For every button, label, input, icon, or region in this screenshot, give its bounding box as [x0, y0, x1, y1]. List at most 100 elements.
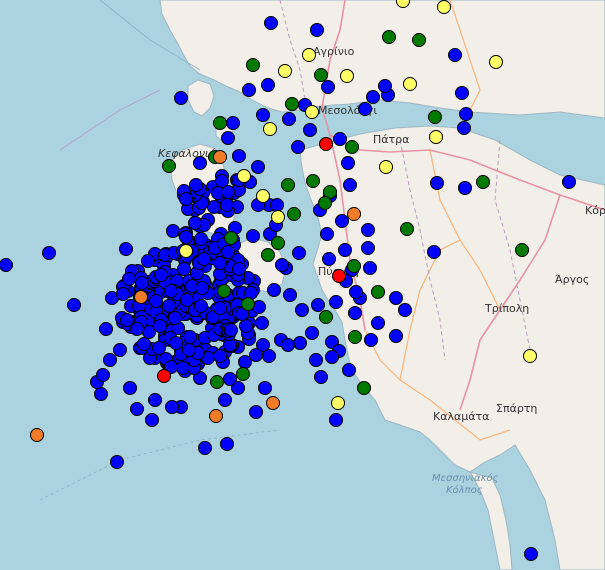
earthquake-marker-blue[interactable] — [116, 287, 130, 301]
earthquake-marker-blue[interactable] — [130, 402, 144, 416]
earthquake-marker-blue[interactable] — [168, 311, 182, 325]
earthquake-marker-blue[interactable] — [182, 343, 196, 357]
earthquake-marker-blue[interactable] — [303, 123, 317, 137]
earthquake-marker-yellow[interactable] — [523, 349, 537, 363]
earthquake-marker-blue[interactable] — [459, 107, 473, 121]
earthquake-marker-blue[interactable] — [226, 116, 240, 130]
earthquake-marker-blue[interactable] — [213, 256, 227, 270]
earthquake-marker-blue[interactable] — [366, 90, 380, 104]
earthquake-marker-green[interactable] — [515, 243, 529, 257]
earthquake-marker-blue[interactable] — [0, 258, 13, 272]
earthquake-marker-blue[interactable] — [398, 303, 412, 317]
earthquake-marker-blue[interactable] — [267, 283, 281, 297]
earthquake-marker-blue[interactable] — [256, 108, 270, 122]
earthquake-marker-blue[interactable] — [329, 413, 343, 427]
earthquake-marker-blue[interactable] — [224, 323, 238, 337]
earthquake-marker-blue[interactable] — [246, 229, 260, 243]
earthquake-marker-blue[interactable] — [270, 198, 284, 212]
earthquake-marker-blue[interactable] — [180, 293, 194, 307]
earthquake-marker-blue[interactable] — [42, 246, 56, 260]
earthquake-marker-green[interactable] — [347, 259, 361, 273]
earthquake-marker-yellow[interactable] — [271, 210, 285, 224]
earthquake-marker-green[interactable] — [287, 207, 301, 221]
earthquake-marker-blue[interactable] — [562, 175, 576, 189]
earthquake-marker-orange[interactable] — [347, 207, 361, 221]
earthquake-marker-blue[interactable] — [251, 160, 265, 174]
earthquake-marker-green[interactable] — [428, 110, 442, 124]
earthquake-marker-blue[interactable] — [341, 156, 355, 170]
earthquake-marker-red[interactable] — [332, 269, 346, 283]
earthquake-marker-blue[interactable] — [361, 241, 375, 255]
earthquake-marker-blue[interactable] — [189, 178, 203, 192]
earthquake-marker-blue[interactable] — [179, 192, 193, 206]
earthquake-marker-green[interactable] — [306, 174, 320, 188]
earthquake-marker-blue[interactable] — [261, 78, 275, 92]
earthquake-marker-blue[interactable] — [218, 393, 232, 407]
earthquake-marker-blue[interactable] — [283, 288, 297, 302]
earthquake-marker-blue[interactable] — [430, 176, 444, 190]
earthquake-marker-orange[interactable] — [134, 290, 148, 304]
earthquake-marker-green[interactable] — [281, 178, 295, 192]
earthquake-marker-yellow[interactable] — [179, 244, 193, 258]
earthquake-marker-blue[interactable] — [238, 355, 252, 369]
earthquake-marker-blue[interactable] — [258, 381, 272, 395]
earthquake-marker-blue[interactable] — [153, 319, 167, 333]
earthquake-marker-yellow[interactable] — [331, 396, 345, 410]
earthquake-marker-green[interactable] — [345, 140, 359, 154]
earthquake-marker-blue[interactable] — [343, 178, 357, 192]
earthquake-marker-blue[interactable] — [293, 336, 307, 350]
earthquake-marker-blue[interactable] — [364, 333, 378, 347]
earthquake-marker-yellow[interactable] — [396, 0, 410, 8]
earthquake-marker-green[interactable] — [285, 97, 299, 111]
earthquake-marker-blue[interactable] — [213, 349, 227, 363]
earthquake-marker-blue[interactable] — [193, 156, 207, 170]
earthquake-marker-green[interactable] — [314, 68, 328, 82]
earthquake-marker-orange[interactable] — [209, 409, 223, 423]
earthquake-marker-green[interactable] — [210, 375, 224, 389]
earthquake-marker-blue[interactable] — [137, 337, 151, 351]
earthquake-marker-green[interactable] — [400, 222, 414, 236]
earthquake-marker-yellow[interactable] — [437, 0, 451, 14]
earthquake-marker-blue[interactable] — [130, 322, 144, 336]
earthquake-marker-green[interactable] — [271, 236, 285, 250]
earthquake-marker-blue[interactable] — [194, 232, 208, 246]
earthquake-marker-yellow[interactable] — [256, 189, 270, 203]
earthquake-marker-green[interactable] — [224, 231, 238, 245]
earthquake-marker-blue[interactable] — [295, 303, 309, 317]
earthquake-marker-blue[interactable] — [99, 322, 113, 336]
earthquake-marker-orange[interactable] — [30, 428, 44, 442]
earthquake-marker-blue[interactable] — [458, 181, 472, 195]
earthquake-marker-yellow[interactable] — [237, 169, 251, 183]
earthquake-marker-blue[interactable] — [119, 242, 133, 256]
earthquake-marker-blue[interactable] — [371, 316, 385, 330]
earthquake-marker-blue[interactable] — [329, 295, 343, 309]
earthquake-marker-blue[interactable] — [242, 83, 256, 97]
earthquake-marker-blue[interactable] — [223, 372, 237, 386]
earthquake-marker-yellow[interactable] — [263, 122, 277, 136]
earthquake-marker-yellow[interactable] — [379, 160, 393, 174]
earthquake-marker-blue[interactable] — [363, 261, 377, 275]
earthquake-marker-blue[interactable] — [342, 363, 356, 377]
earthquake-marker-blue[interactable] — [120, 313, 134, 327]
earthquake-marker-green[interactable] — [236, 367, 250, 381]
earthquake-marker-blue[interactable] — [145, 413, 159, 427]
earthquake-marker-blue[interactable] — [292, 246, 306, 260]
earthquake-marker-green[interactable] — [382, 30, 396, 44]
earthquake-marker-green[interactable] — [412, 33, 426, 47]
earthquake-marker-blue[interactable] — [255, 316, 269, 330]
earthquake-marker-blue[interactable] — [262, 349, 276, 363]
earthquake-marker-blue[interactable] — [141, 254, 155, 268]
earthquake-marker-blue[interactable] — [220, 437, 234, 451]
earthquake-marker-green[interactable] — [348, 330, 362, 344]
earthquake-marker-blue[interactable] — [123, 381, 137, 395]
earthquake-marker-blue[interactable] — [183, 330, 197, 344]
earthquake-marker-blue[interactable] — [195, 281, 209, 295]
earthquake-marker-blue[interactable] — [165, 400, 179, 414]
earthquake-marker-blue[interactable] — [309, 353, 323, 367]
earthquake-marker-blue[interactable] — [338, 243, 352, 257]
earthquake-marker-blue[interactable] — [110, 455, 124, 469]
earthquake-marker-blue[interactable] — [177, 262, 191, 276]
earthquake-marker-blue[interactable] — [358, 102, 372, 116]
earthquake-marker-blue[interactable] — [335, 214, 349, 228]
earthquake-marker-blue[interactable] — [96, 368, 110, 382]
